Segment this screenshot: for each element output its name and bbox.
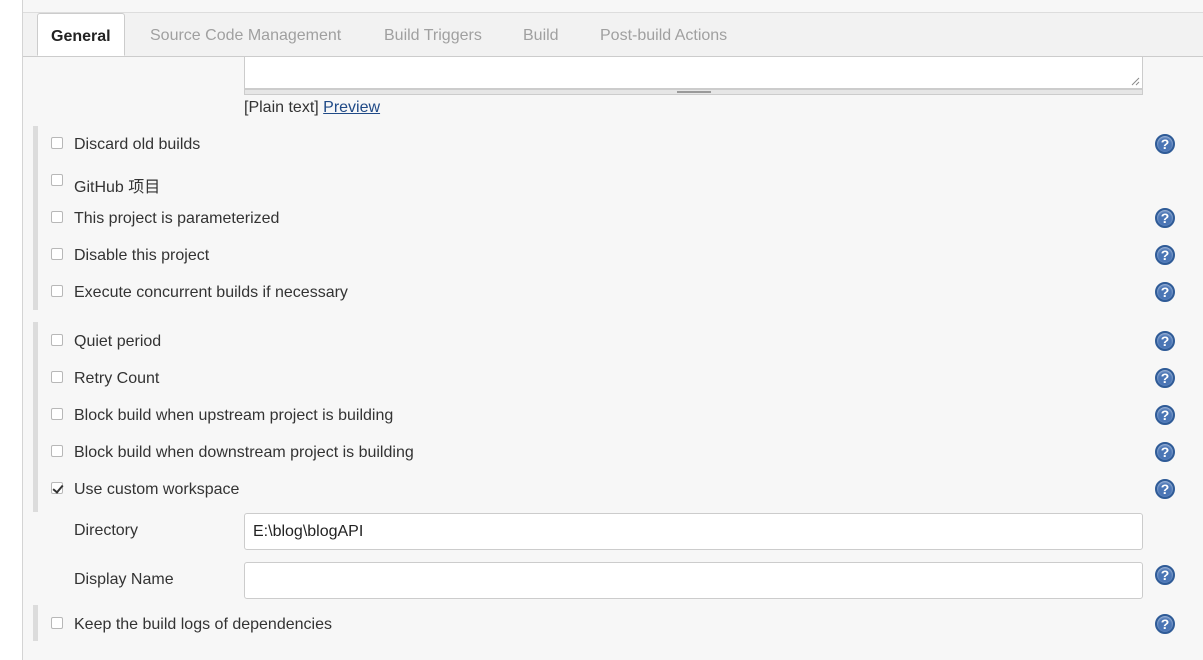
config-tabs: General Source Code Management Build Tri… [23,13,1203,57]
github-project-checkbox[interactable] [51,174,63,186]
help-disable-project-icon[interactable]: ? [1155,245,1175,265]
help-quiet-period-icon[interactable]: ? [1155,331,1175,351]
preview-link[interactable]: Preview [323,99,380,116]
left-gutter [0,0,23,660]
top-strip [23,0,1203,13]
custom-workspace-label: Use custom workspace [74,481,240,498]
directory-label: Directory [74,522,139,539]
display-name-input[interactable] [244,562,1143,599]
help-parameterized-icon[interactable]: ? [1155,208,1175,228]
concurrent-builds-checkbox[interactable] [51,285,63,297]
tab-build-triggers[interactable]: Build Triggers [384,13,482,56]
description-textarea[interactable] [244,57,1143,89]
retry-count-checkbox[interactable] [51,371,63,383]
tab-source-code-management[interactable]: Source Code Management [150,13,341,56]
help-block-upstream-icon[interactable]: ? [1155,405,1175,425]
help-concurrent-builds-icon[interactable]: ? [1155,282,1175,302]
section-group-bar [33,126,38,310]
textarea-resize-bar[interactable] [244,89,1143,95]
quiet-period-checkbox[interactable] [51,334,63,346]
parameterized-checkbox[interactable] [51,211,63,223]
help-custom-workspace-icon[interactable]: ? [1155,479,1175,499]
github-project-label: GitHub 项目 [74,179,161,196]
display-name-label: Display Name [74,571,174,588]
quiet-period-label: Quiet period [74,333,162,350]
custom-workspace-checkbox[interactable] [51,482,63,494]
discard-old-builds-checkbox[interactable] [51,137,63,149]
keep-dependency-logs-label: Keep the build logs of dependencies [74,616,332,633]
help-discard-old-builds-icon[interactable]: ? [1155,134,1175,154]
block-upstream-checkbox[interactable] [51,408,63,420]
keep-dependency-logs-checkbox[interactable] [51,617,63,629]
help-retry-count-icon[interactable]: ? [1155,368,1175,388]
disable-project-checkbox[interactable] [51,248,63,260]
description-format-hint: [Plain text] Preview [244,99,380,117]
config-panel: General Source Code Management Build Tri… [23,13,1203,660]
disable-project-label: Disable this project [74,247,210,264]
parameterized-label: This project is parameterized [74,210,280,227]
section-group-bar [33,605,38,641]
block-upstream-label: Block build when upstream project is bui… [74,407,394,424]
block-downstream-label: Block build when downstream project is b… [74,444,414,461]
tab-build[interactable]: Build [523,13,559,56]
resize-grip-icon[interactable] [1131,77,1140,86]
resize-handle-icon[interactable] [677,91,711,93]
help-display-name-icon[interactable]: ? [1155,565,1175,585]
help-keep-dependency-logs-icon[interactable]: ? [1155,614,1175,634]
tab-post-build-actions[interactable]: Post-build Actions [600,13,727,56]
help-block-downstream-icon[interactable]: ? [1155,442,1175,462]
discard-old-builds-label: Discard old builds [74,136,201,153]
tab-general[interactable]: General [37,13,125,56]
section-group-bar [33,322,38,512]
plain-text-label: [Plain text] [244,99,319,116]
directory-input[interactable] [244,513,1143,550]
block-downstream-checkbox[interactable] [51,445,63,457]
retry-count-label: Retry Count [74,370,160,387]
concurrent-builds-label: Execute concurrent builds if necessary [74,284,348,301]
